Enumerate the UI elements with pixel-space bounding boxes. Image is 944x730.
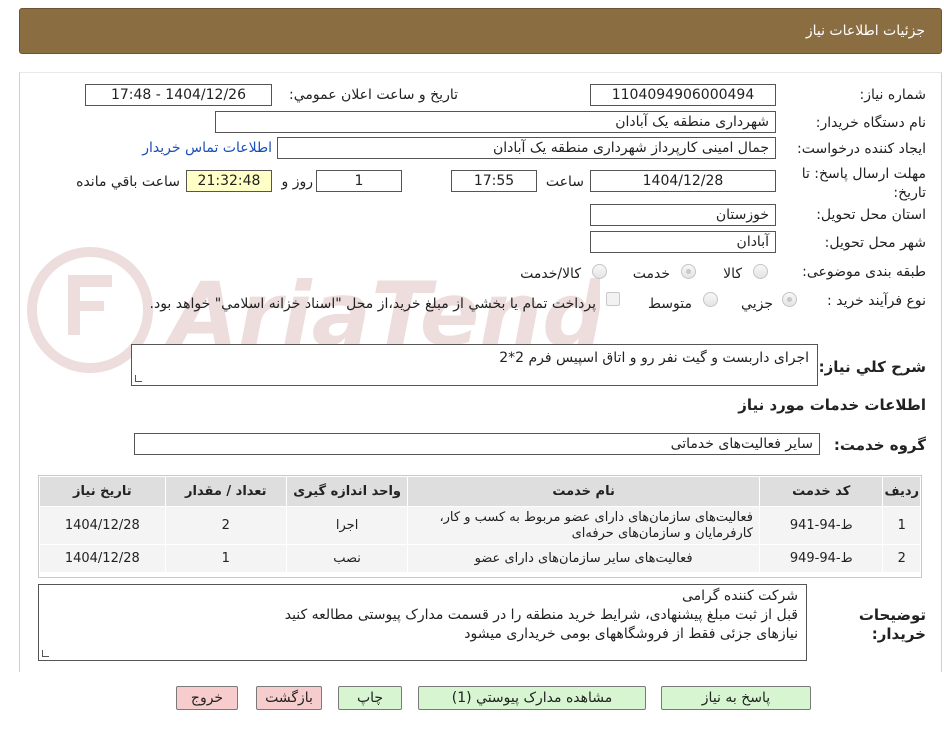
page-title: جزئیات اطلاعات نیاز [805,23,925,39]
process-type-label: نوع فرآیند خرید : [827,293,926,309]
process-option-medium: متوسط [648,296,692,312]
need-number-label: شماره نیاز: [859,87,927,103]
category-option-goods: کالا [723,266,742,282]
col-header-service-name: نام خدمت [407,476,760,507]
category-option-goods-service: کالا/خدمت [520,266,581,282]
table-header-row: ردیف کد خدمت نام خدمت واحد اندازه گیری ت… [39,476,921,507]
buyer-notes-line: نیازهای جزئی فقط از فروشگاههای بومی خرید… [464,626,798,642]
category-radio-goods-service[interactable] [592,264,607,279]
cell-quantity: 1 [164,544,287,573]
col-header-service-code: کد خدمت [758,476,884,507]
service-group-field: سایر فعالیت‌های خدماتی [134,433,820,455]
service-group-label: گروه خدمت: [833,436,926,454]
cell-quantity: 2 [164,506,287,545]
category-option-service: خدمت [632,266,670,282]
days-field: 1 [316,170,402,192]
services-info-heading: اطلاعات خدمات مورد نیاز [738,396,926,414]
remaining-label: ساعت باقي مانده [76,174,180,190]
process-radio-medium[interactable] [703,292,718,307]
cell-need-date: 1404/12/28 [39,544,166,573]
print-button[interactable]: چاپ [338,686,402,710]
reply-button[interactable]: پاسخ به نیاز [661,686,811,710]
city-field: آبادان [590,231,776,253]
exit-button[interactable]: خروج [176,686,238,710]
requester-field: جمال امینی کارپرداز شهرداری منطقه یک آبا… [277,137,776,159]
treasury-payment-checkbox[interactable] [606,292,620,306]
resize-handle-icon[interactable] [42,650,49,657]
services-table-wrapper: ردیف کد خدمت نام خدمت واحد اندازه گیری ت… [38,475,922,578]
cell-service-code: ط-94-949 [758,544,884,573]
city-label: شهر محل تحویل: [824,235,926,251]
category-radio-service[interactable] [681,264,696,279]
buyer-notes-label: توضیحات خریدار: [858,606,926,643]
buyer-org-field: شهرداری منطقه یک آبادان [215,111,776,133]
deadline-time-label: ساعت [545,174,584,190]
buyer-notes-textarea[interactable]: شرکت کننده گرامی قبل از ثبت مبلغ پیشنهاد… [38,584,807,661]
cell-service-code: ط-94-941 [758,506,884,545]
process-option-minor: جزيي [741,296,773,312]
remaining-time-field: 21:32:48 [186,170,272,192]
announce-datetime-label: تاریخ و ساعت اعلان عمومي: [289,87,458,103]
cell-service-name: فعالیت‌های سایر سازمان‌های دارای عضو [407,544,760,573]
category-radio-goods[interactable] [753,264,768,279]
col-header-need-date: تاریخ نیاز [39,476,166,507]
page-header: جزئیات اطلاعات نیاز [19,8,942,54]
announce-datetime-field: 1404/12/26 - 17:48 [85,84,272,106]
table-row: 1 ط-94-941 فعالیت‌های سازمان‌های دارای ع… [39,506,921,545]
col-header-row-number: ردیف [882,476,921,507]
requester-label: ايجاد کننده درخواست: [797,141,926,157]
deadline-date-field: 1404/12/28 [590,170,776,192]
need-number-field: 1104094906000494 [590,84,776,106]
cell-unit: اجرا [285,506,409,545]
cell-service-name: فعالیت‌های سازمان‌های دارای عضو مربوط به… [407,506,760,545]
treasury-payment-note: پرداخت تمام يا بخشي از مبلغ خريد،از محل … [149,296,596,312]
cell-need-date: 1404/12/28 [39,506,166,545]
buyer-notes-line: قبل از ثبت مبلغ پیشنهادی، شرایط خرید منط… [284,607,798,623]
summary-textarea[interactable]: اجرای داربست و گیت نفر رو و اتاق اسپیس ف… [131,344,818,386]
cell-unit: نصب [285,544,409,573]
category-label: طبقه بندی موضوعی: [802,264,926,280]
col-header-quantity: تعداد / مقدار [164,476,287,507]
cell-row-number: 2 [882,544,921,573]
buyer-org-label: نام دستگاه خريدار: [815,115,926,131]
resize-handle-icon[interactable] [135,375,142,382]
buyer-contact-link[interactable]: اطلاعات تماس خریدار [142,140,272,156]
province-label: استان محل تحویل: [816,207,926,223]
back-button[interactable]: بازگشت [256,686,322,710]
buyer-notes-line: شرکت کننده گرامی [681,588,798,604]
view-attachments-button[interactable]: مشاهده مدارک پيوستي (1) [418,686,646,710]
table-row: 2 ط-94-949 فعالیت‌های سایر سازمان‌های دا… [39,544,921,573]
day-and-label: روز و [281,174,314,190]
summary-label: شرح کلي نياز: [818,358,926,376]
cell-row-number: 1 [882,506,921,545]
deadline-label: مهلت ارسال پاسخ: تا تاریخ: [801,166,926,201]
services-table: ردیف کد خدمت نام خدمت واحد اندازه گیری ت… [39,476,921,573]
deadline-time-field: 17:55 [451,170,537,192]
summary-text: اجرای داربست و گیت نفر رو و اتاق اسپیس ف… [499,350,809,366]
col-header-unit: واحد اندازه گیری [285,476,409,507]
process-radio-minor[interactable] [782,292,797,307]
province-field: خوزستان [590,204,776,226]
